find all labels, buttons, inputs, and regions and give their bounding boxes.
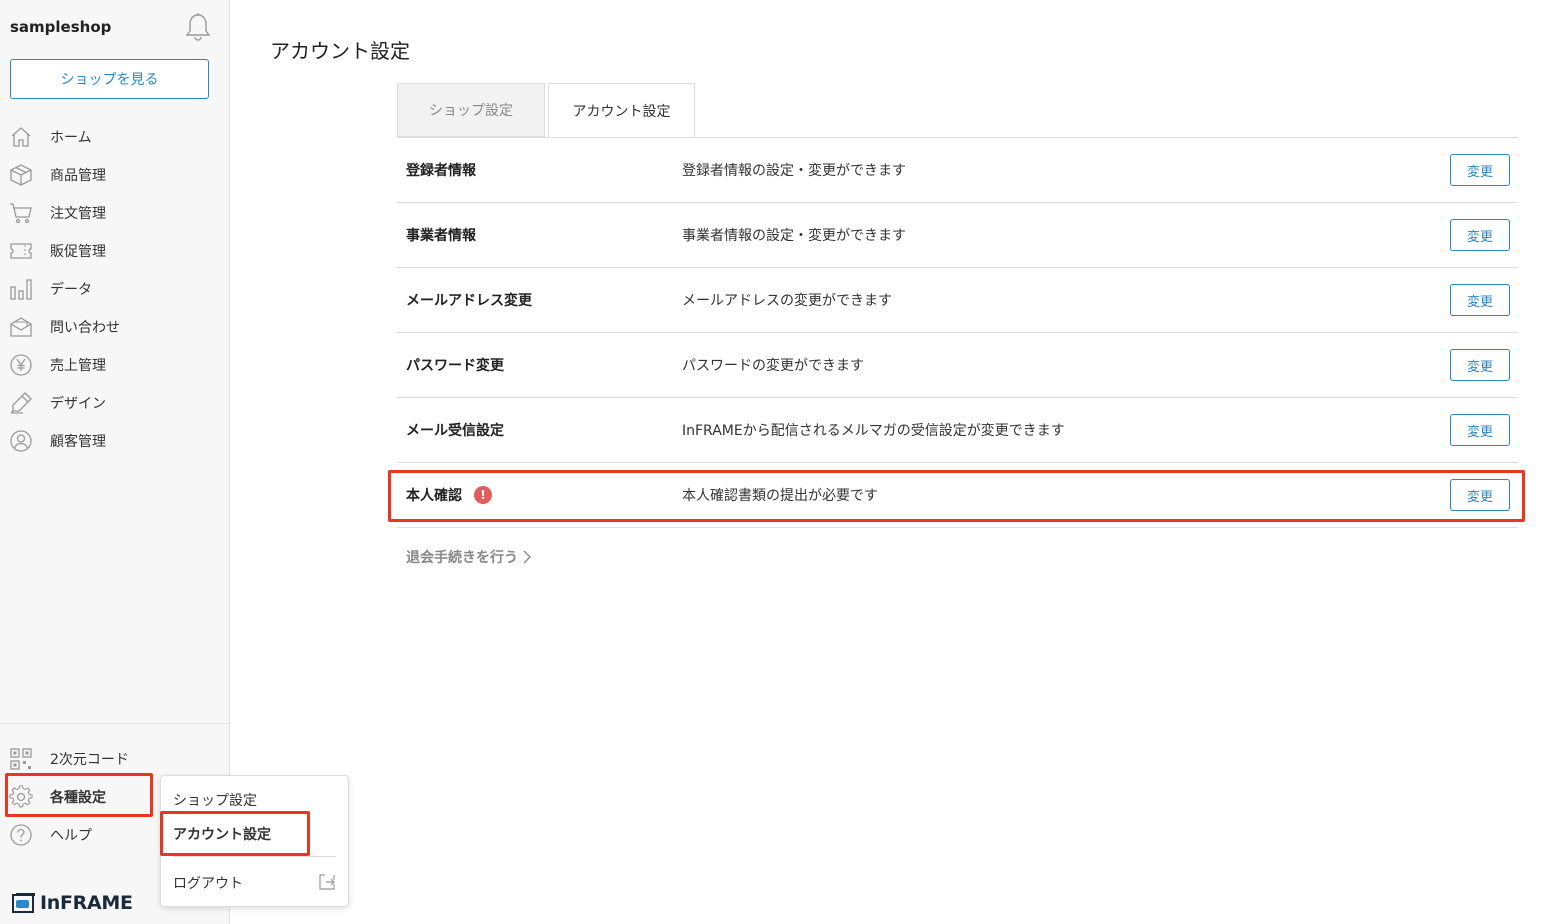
sidebar-item-customers[interactable]: 顧客管理	[0, 422, 229, 460]
settings-row-mail-subscription: メール受信設定 InFRAMEから配信されるメルマガの受信設定が変更できます 変…	[397, 398, 1518, 463]
sidebar-item-label: 顧客管理	[50, 434, 106, 450]
sidebar-item-label: 2次元コード	[50, 752, 129, 768]
sidebar-item-design[interactable]: デザイン	[0, 384, 229, 422]
change-button[interactable]: 変更	[1450, 479, 1510, 511]
change-button[interactable]: 変更	[1450, 284, 1510, 316]
sidebar-item-data[interactable]: データ	[0, 270, 229, 308]
chevron-right-icon	[522, 550, 532, 564]
change-button[interactable]: 変更	[1450, 154, 1510, 186]
row-description: パスワードの変更ができます	[682, 358, 864, 374]
row-description: 登録者情報の設定・変更ができます	[682, 163, 906, 179]
sidebar-item-qr-code[interactable]: 2次元コード	[0, 740, 229, 778]
settings-row-email-change: メールアドレス変更 メールアドレスの変更ができます 変更	[397, 268, 1518, 333]
row-description: InFRAMEから配信されるメルマガの受信設定が変更できます	[682, 423, 1065, 439]
sidebar-divider	[0, 723, 229, 724]
row-description: メールアドレスの変更ができます	[682, 293, 892, 309]
page-title: アカウント設定	[270, 39, 410, 63]
sidebar-item-label: 問い合わせ	[50, 320, 120, 336]
row-label-container: 本人確認 !	[406, 485, 492, 505]
row-label: 事業者情報	[406, 228, 476, 244]
sidebar-item-label: 売上管理	[50, 358, 106, 374]
logo-mark-icon	[12, 892, 36, 914]
home-icon	[9, 125, 33, 149]
settings-tabs: ショップ設定 アカウント設定	[397, 83, 695, 138]
shop-name: sampleshop	[10, 18, 112, 36]
row-label: 登録者情報	[406, 163, 476, 179]
sidebar-item-promotions[interactable]: 販促管理	[0, 232, 229, 270]
settings-row-password-change: パスワード変更 パスワードの変更ができます 変更	[397, 333, 1518, 398]
logo-text: InFRAME	[40, 892, 133, 914]
sidebar-item-products[interactable]: 商品管理	[0, 156, 229, 194]
mail-icon	[9, 315, 33, 339]
row-description: 事業者情報の設定・変更ができます	[682, 228, 906, 244]
sidebar-item-home[interactable]: ホーム	[0, 118, 229, 156]
tab-account-settings[interactable]: アカウント設定	[548, 83, 695, 138]
cart-icon	[9, 201, 33, 225]
settings-row-registrant-info: 登録者情報 登録者情報の設定・変更ができます 変更	[397, 138, 1518, 203]
logout-icon	[318, 873, 336, 891]
sidebar-item-inquiries[interactable]: 問い合わせ	[0, 308, 229, 346]
row-description: 本人確認書類の提出が必要です	[682, 488, 878, 504]
sidebar-item-label: 各種設定	[50, 790, 106, 806]
alert-icon: !	[474, 486, 492, 504]
view-shop-button[interactable]: ショップを見る	[10, 59, 209, 99]
popup-item-logout[interactable]: ログアウト	[173, 873, 243, 893]
account-settings-list: 登録者情報 登録者情報の設定・変更ができます 変更 事業者情報 事業者情報の設定…	[397, 138, 1518, 528]
sidebar-nav: ホーム 商品管理 注文管理 販促管理 データ 問い合わせ 売上管理 デザイン 顧…	[0, 118, 229, 460]
qr-code-icon	[9, 747, 33, 771]
sidebar-item-label: 注文管理	[50, 206, 106, 222]
sidebar-item-label: 商品管理	[50, 168, 106, 184]
box-icon	[9, 163, 33, 187]
help-icon	[9, 823, 33, 847]
gear-icon	[9, 785, 33, 809]
sidebar-item-label: ホーム	[50, 130, 92, 146]
sidebar-item-label: ヘルプ	[50, 828, 92, 844]
sidebar-item-label: デザイン	[50, 396, 106, 412]
sidebar-item-label: 販促管理	[50, 244, 106, 260]
settings-row-identity-verification: 本人確認 ! 本人確認書類の提出が必要です 変更	[397, 463, 1518, 528]
yen-icon	[9, 353, 33, 377]
change-button[interactable]: 変更	[1450, 219, 1510, 251]
change-button[interactable]: 変更	[1450, 414, 1510, 446]
settings-popup-menu: ショップ設定 アカウント設定 ログアウト	[160, 775, 349, 907]
popup-divider	[173, 856, 336, 857]
row-label: 本人確認	[406, 488, 462, 504]
settings-row-business-info: 事業者情報 事業者情報の設定・変更ができます 変更	[397, 203, 1518, 268]
pen-icon	[9, 391, 33, 415]
popup-item-shop-settings[interactable]: ショップ設定	[173, 790, 257, 810]
sidebar-item-label: データ	[50, 282, 92, 298]
change-button[interactable]: 変更	[1450, 349, 1510, 381]
sidebar-item-orders[interactable]: 注文管理	[0, 194, 229, 232]
row-label: メールアドレス変更	[406, 293, 532, 309]
bell-icon[interactable]	[184, 12, 212, 42]
row-label: メール受信設定	[406, 423, 504, 439]
withdraw-label: 退会手続きを行う	[406, 550, 518, 566]
sidebar-item-sales[interactable]: 売上管理	[0, 346, 229, 384]
tab-shop-settings[interactable]: ショップ設定	[397, 83, 545, 137]
user-icon	[9, 429, 33, 453]
bar-chart-icon	[9, 277, 33, 301]
popup-item-account-settings[interactable]: アカウント設定	[173, 824, 271, 844]
row-label: パスワード変更	[406, 358, 504, 374]
ticket-icon	[9, 239, 33, 263]
withdraw-link[interactable]: 退会手続きを行う	[406, 547, 532, 567]
inframe-logo: InFRAME	[12, 892, 133, 914]
